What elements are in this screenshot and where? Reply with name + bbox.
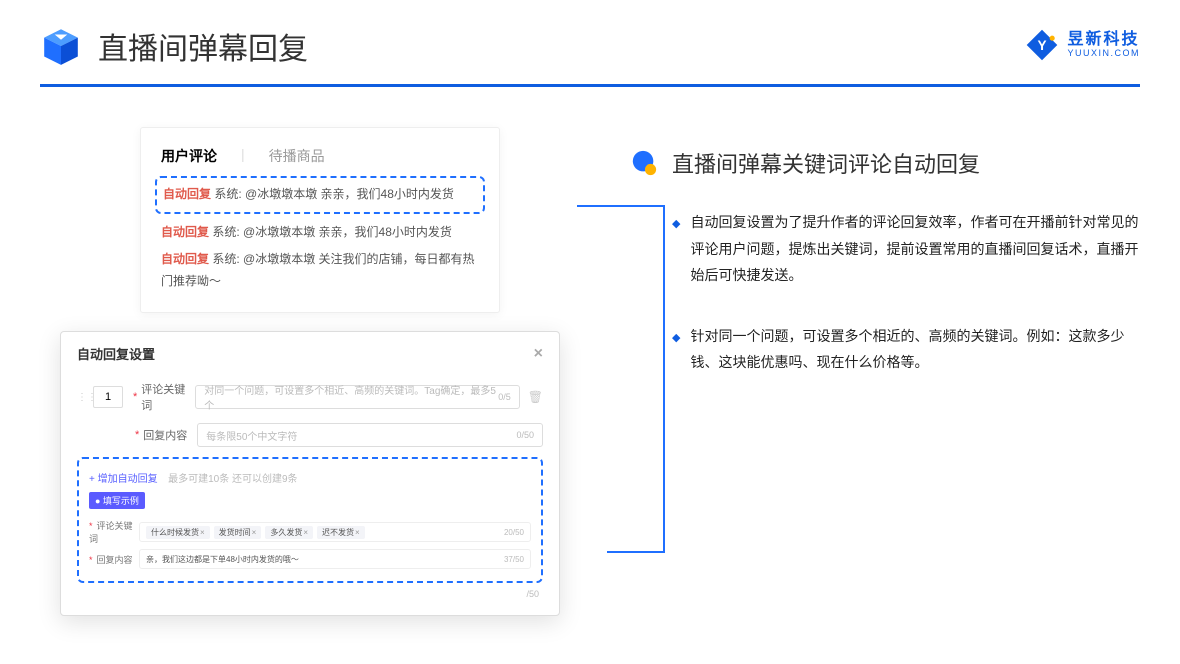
- brand-logo: Y 昱新科技 YUUXIN.COM: [1025, 28, 1140, 62]
- content-input[interactable]: 每条限50个中文字符 0/50: [197, 423, 543, 447]
- example-highlight-block: + 增加自动回复 最多可建10条 还可以创建9条 ● 填写示例 *评论关键词 什…: [77, 457, 543, 583]
- dialog-title: 自动回复设置: [77, 344, 155, 363]
- example-keyword-label: 评论关键词: [89, 521, 133, 544]
- bullet-diamond-icon: ◆: [672, 214, 680, 289]
- bubble-icon: [630, 149, 658, 177]
- highlighted-comment: 自动回复 系统: @冰墩墩本墩 亲亲，我们48小时内发货: [155, 176, 485, 214]
- auto-reply-settings-dialog: 自动回复设置 × ⋮⋮ * 评论关键词 对同一个问题，可设置多个相近、高频的关键…: [60, 331, 560, 616]
- tab-pending-products[interactable]: 待播商品: [269, 146, 325, 166]
- section-title: 直播间弹幕关键词评论自动回复: [672, 147, 980, 179]
- logo-diamond-icon: Y: [1025, 28, 1059, 62]
- example-keyword-counter: 20/50: [504, 528, 524, 537]
- example-content-label: 回复内容: [97, 555, 133, 565]
- connector-line: [577, 205, 665, 207]
- comment-text: 系统: @冰墩墩本墩 亲亲，我们48小时内发货: [214, 187, 454, 201]
- example-content-input[interactable]: 亲，我们这边都是下单48小时内发货的哦～ 37/50: [139, 549, 531, 569]
- close-icon[interactable]: ×: [534, 345, 543, 363]
- required-dot: *: [133, 391, 137, 403]
- bottom-counter: /50: [526, 589, 539, 599]
- add-auto-reply-link[interactable]: + 增加自动回复: [89, 470, 158, 485]
- comment-text: 系统: @冰墩墩本墩 亲亲，我们48小时内发货: [212, 225, 452, 239]
- bullet-item: ◆ 针对同一个问题，可设置多个相近的、高频的关键词。例如：这款多少钱、这块能优惠…: [672, 323, 1140, 376]
- tag-chip[interactable]: 多久发货×: [265, 526, 313, 539]
- auto-reply-tag: 自动回复: [161, 225, 209, 239]
- comments-card: 用户评论 | 待播商品 自动回复 系统: @冰墩墩本墩 亲亲，我们48小时内发货…: [140, 127, 500, 313]
- svg-text:Y: Y: [1038, 38, 1047, 53]
- drag-handle-icon[interactable]: ⋮⋮: [77, 392, 87, 403]
- example-keyword-tags[interactable]: 什么时候发货× 发货时间× 多久发货× 迟不发货× 20/50: [139, 522, 531, 542]
- delete-icon[interactable]: 🗑: [528, 390, 543, 404]
- connector-line: [663, 205, 665, 553]
- tag-chip[interactable]: 什么时候发货×: [146, 526, 210, 539]
- logo-text-en: YUUXIN.COM: [1067, 49, 1140, 59]
- connector-line: [607, 551, 665, 553]
- add-hint: 最多可建10条 还可以创建9条: [168, 474, 297, 485]
- auto-reply-tag: 自动回复: [163, 187, 211, 201]
- example-content-counter: 37/50: [504, 555, 524, 564]
- auto-reply-tag: 自动回复: [161, 252, 209, 266]
- tab-user-comments[interactable]: 用户评论: [161, 146, 217, 166]
- bullet-item: ◆ 自动回复设置为了提升作者的评论回复效率，作者可在开播前针对常见的评论用户问题…: [672, 209, 1140, 289]
- cube-icon: [40, 25, 82, 67]
- comment-text: 系统: @冰墩墩本墩 关注我们的店铺，每日都有热门推荐呦～: [161, 252, 475, 288]
- content-label: 回复内容: [143, 427, 197, 443]
- logo-text-cn: 昱新科技: [1067, 31, 1140, 49]
- tag-chip[interactable]: 发货时间×: [214, 526, 262, 539]
- rule-index-input[interactable]: [93, 386, 123, 408]
- keyword-input[interactable]: 对同一个问题，可设置多个相近、高频的关键词。Tag确定，最多5个 0/5: [195, 385, 519, 409]
- page-title: 直播间弹幕回复: [98, 24, 308, 68]
- bullet-diamond-icon: ◆: [672, 328, 680, 376]
- tag-chip[interactable]: 迟不发货×: [317, 526, 365, 539]
- content-counter: 0/50: [516, 430, 534, 440]
- required-dot: *: [135, 429, 139, 441]
- keyword-counter: 0/5: [498, 392, 511, 402]
- example-badge: ● 填写示例: [89, 492, 145, 509]
- keyword-label: 评论关键词: [141, 381, 195, 413]
